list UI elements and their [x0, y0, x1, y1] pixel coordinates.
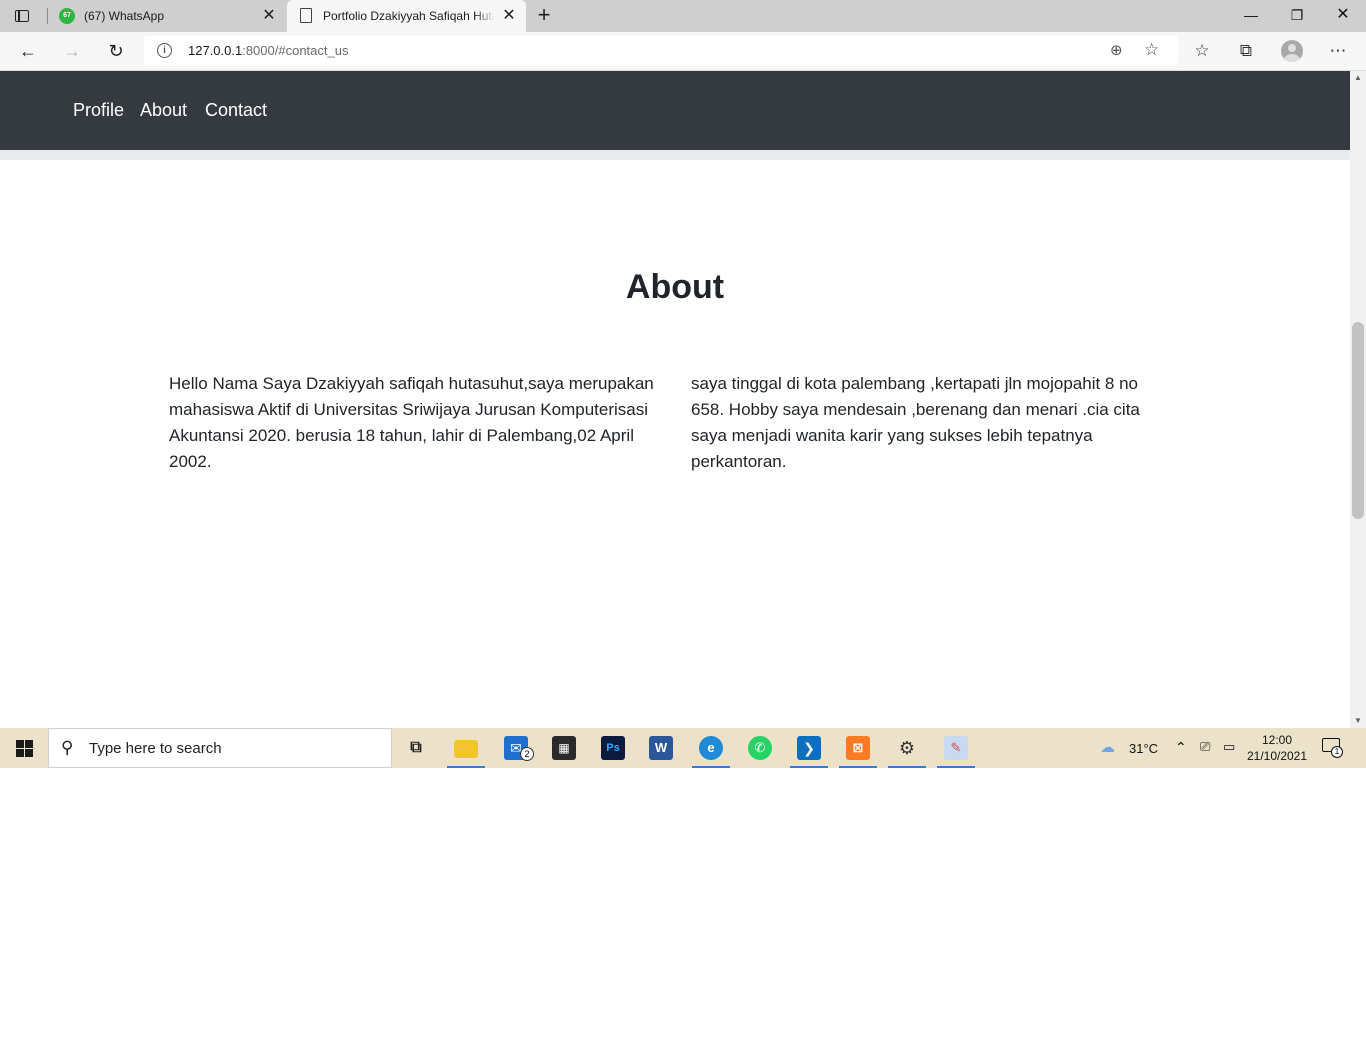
clock-date: 21/10/2021 [1246, 749, 1308, 763]
scroll-down-icon[interactable]: ▼ [1350, 714, 1366, 728]
mail-icon[interactable]: ✉ 2 [493, 728, 539, 768]
favorites-icon[interactable]: ☆ [1190, 39, 1214, 63]
weather-temperature[interactable]: 31°C [1129, 742, 1158, 756]
tab-actions-icon[interactable] [14, 8, 30, 24]
forward-icon[interactable]: → [60, 39, 84, 63]
site-navbar: Profile About Contact [0, 71, 1350, 150]
clock-time: 12:00 [1261, 733, 1293, 747]
tab-whatsapp[interactable]: 67 (67) WhatsApp ✕ [48, 0, 286, 32]
mail-badge: 2 [520, 747, 534, 761]
task-view-icon[interactable]: ⧉ [393, 728, 439, 768]
url-text[interactable]: 127.0.0.1:8000/#contact_us [188, 44, 348, 58]
profile-avatar[interactable] [1281, 40, 1303, 62]
nav-link-contact[interactable]: Contact [205, 99, 267, 121]
taskbar-clock[interactable]: 12:00 21/10/2021 [1244, 732, 1310, 764]
whatsapp-favicon-icon: 67 [59, 8, 75, 24]
tab-close-icon[interactable]: ✕ [260, 7, 278, 25]
tab-title: (67) WhatsApp [84, 9, 165, 23]
about-right-paragraph: saya tinggal di kota palembang ,kertapat… [691, 374, 1140, 471]
site-info-icon[interactable]: i [157, 43, 172, 58]
about-heading: About [625, 268, 725, 306]
minimize-icon[interactable]: — [1228, 0, 1274, 30]
page-scrollbar[interactable]: ▲ ▼ [1350, 71, 1366, 728]
photoshop-icon[interactable]: Ps [590, 728, 636, 768]
windows-taskbar: ⚲ Type here to search ⧉ ✉ 2 ▦ Ps W e ✆ ❯… [0, 728, 1366, 768]
page-favicon-icon [300, 8, 312, 23]
battery-icon[interactable]: ▭ [1223, 740, 1235, 754]
notification-badge: 1 [1331, 746, 1343, 758]
tab-portfolio[interactable]: Portfolio Dzakiyyah Safiqah Hutasuhut ✕ [287, 0, 526, 32]
whatsapp-icon[interactable]: ✆ [737, 728, 783, 768]
start-button[interactable] [0, 728, 48, 768]
vscode-icon[interactable]: ❯ [786, 728, 832, 768]
refresh-icon[interactable]: ↻ [104, 39, 128, 63]
restore-icon[interactable]: ❐ [1274, 0, 1320, 30]
network-icon[interactable]: ⎚ [1200, 740, 1210, 754]
weather-icon[interactable]: ☁ [1100, 740, 1115, 755]
browser-tab-strip: 67 (67) WhatsApp ✕ Portfolio Dzakiyyah S… [0, 0, 1366, 32]
tab-close-icon[interactable]: ✕ [500, 7, 518, 25]
collections-icon[interactable]: ⧉ [1234, 39, 1258, 63]
search-icon: ⚲ [61, 738, 74, 757]
file-explorer-icon[interactable] [443, 728, 489, 768]
search-placeholder: Type here to search [89, 740, 222, 757]
browser-toolbar: ← → ↻ i 127.0.0.1:8000/#contact_us ⊕ ☆ ☆… [0, 32, 1366, 71]
add-favorite-icon[interactable]: ☆ [1144, 40, 1159, 60]
back-icon[interactable]: ← [16, 39, 40, 63]
address-bar[interactable]: i 127.0.0.1:8000/#contact_us ⊕ ☆ [144, 36, 1178, 66]
scrollbar-thumb[interactable] [1352, 322, 1364, 519]
scroll-up-icon[interactable]: ▲ [1350, 71, 1366, 85]
taskbar-search-input[interactable]: ⚲ Type here to search [48, 728, 392, 768]
notification-center-icon[interactable]: 1 [1322, 738, 1344, 758]
more-menu-icon[interactable]: ⋯ [1326, 39, 1350, 63]
word-icon[interactable]: W [638, 728, 684, 768]
store-icon[interactable]: ▦ [541, 728, 587, 768]
zoom-icon[interactable]: ⊕ [1110, 41, 1123, 59]
tab-title: Portfolio Dzakiyyah Safiqah Hutasuhut [323, 9, 495, 23]
edge-icon[interactable]: e [688, 728, 734, 768]
page-viewport: Profile About Contact About Hello Nama S… [0, 71, 1350, 728]
paint-icon[interactable]: ✎ [933, 728, 979, 768]
xampp-icon[interactable]: ⊠ [835, 728, 881, 768]
empty-area-below-screen [0, 768, 1366, 1043]
nav-link-profile[interactable]: Profile [73, 99, 124, 121]
new-tab-icon[interactable]: + [534, 4, 554, 28]
chevron-up-icon[interactable]: ⌃ [1175, 740, 1187, 754]
nav-link-about[interactable]: About [140, 99, 187, 121]
navbar-divider [0, 150, 1350, 160]
about-left-paragraph: Hello Nama Saya Dzakiyyah safiqah hutasu… [169, 374, 654, 471]
settings-icon[interactable]: ⚙ [884, 728, 930, 768]
window-close-icon[interactable]: ✕ [1320, 0, 1366, 30]
